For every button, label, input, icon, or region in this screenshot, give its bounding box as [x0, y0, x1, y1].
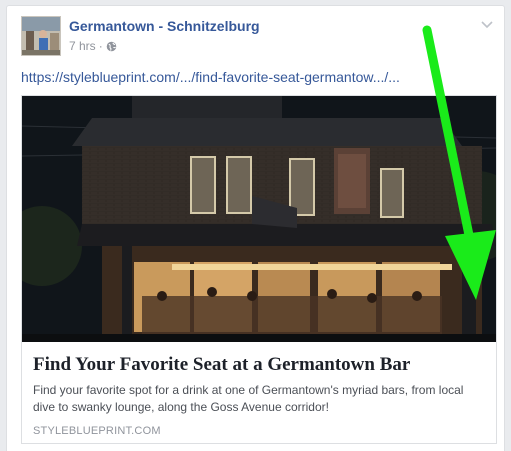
- feed-post: Germantown - Schnitzelburg 7 hrs · https…: [6, 5, 505, 451]
- link-card-domain: STYLEBLUEPRINT.COM: [33, 425, 161, 437]
- globe-icon: [106, 41, 116, 51]
- chevron-down-icon[interactable]: [478, 15, 496, 33]
- page-name-link[interactable]: Germantown - Schnitzelburg: [69, 18, 260, 34]
- page-avatar[interactable]: [21, 16, 61, 56]
- post-link[interactable]: https://styleblueprint.com/.../find-favo…: [21, 69, 400, 85]
- post-meta: 7 hrs ·: [69, 39, 117, 53]
- link-preview-card[interactable]: Find Your Favorite Seat at a Germantown …: [21, 95, 497, 444]
- link-preview-image[interactable]: [22, 96, 496, 342]
- link-card-description: Find your favorite spot for a drink at o…: [33, 383, 464, 414]
- post-timestamp[interactable]: 7 hrs: [69, 39, 96, 53]
- link-card-title[interactable]: Find Your Favorite Seat at a Germantown …: [33, 354, 410, 376]
